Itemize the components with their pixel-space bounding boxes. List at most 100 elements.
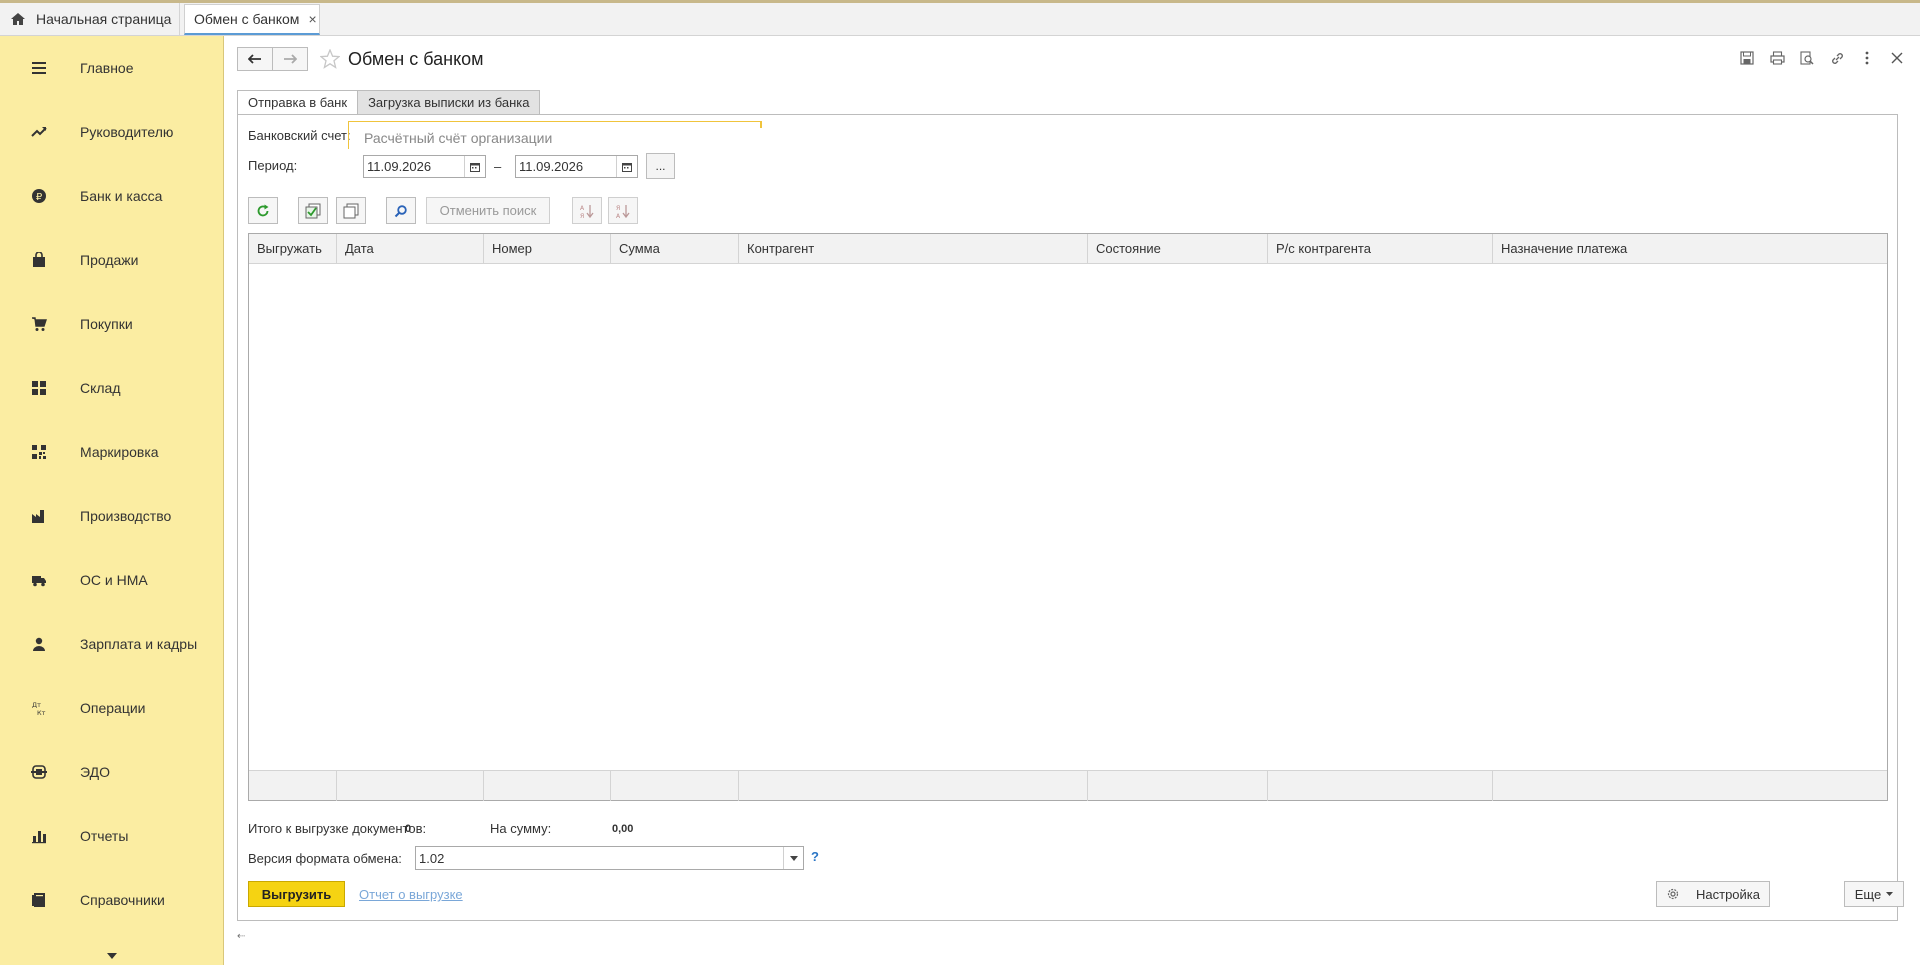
table-footer (249, 770, 1887, 801)
footer-cell (1268, 771, 1493, 801)
sidebar-item-label: ОС и НМА (80, 572, 148, 588)
sidebar-item-label: Главное (80, 60, 134, 76)
bar-chart-icon (31, 828, 47, 844)
date-from-field[interactable]: 11.09.2026 (363, 155, 486, 178)
format-version-select[interactable]: 1.02 (415, 846, 804, 870)
search-button[interactable] (386, 197, 416, 224)
sidebar-item-purchases[interactable]: Покупки (0, 292, 224, 356)
calendar-icon[interactable] (616, 156, 637, 177)
cart-icon (31, 316, 47, 332)
upload-button[interactable]: Выгрузить (248, 881, 345, 907)
cancel-search-button[interactable]: Отменить поиск (426, 197, 550, 224)
sidebar-item-label: Справочники (80, 892, 165, 908)
table-header: Выгружать Дата Номер Сумма Контрагент Со… (249, 234, 1887, 264)
back-button[interactable] (237, 47, 273, 71)
main-area: Обмен с банком Отправка в банк Загрузка … (225, 36, 1920, 965)
tab-bank-exchange-label: Обмен с банком (194, 11, 300, 27)
more-label: Еще (1854, 886, 1882, 902)
sidebar-scroll-down[interactable] (0, 947, 224, 965)
svg-text:Кт: Кт (37, 709, 46, 716)
more-vertical-icon[interactable] (1852, 46, 1882, 70)
panel-resize-handle[interactable]: ⇠ (237, 931, 245, 942)
sidebar-item-directories[interactable]: Справочники (0, 868, 224, 932)
check-all-button[interactable] (298, 197, 328, 224)
sidebar-item-marking[interactable]: Маркировка (0, 420, 224, 484)
settings-button[interactable]: Настройка (1656, 881, 1770, 907)
debit-credit-icon: Дт Кт (31, 700, 47, 716)
total-docs-value: 0 (405, 823, 412, 835)
sidebar-item-fixed-assets[interactable]: ОС и НМА (0, 548, 224, 612)
svg-text:Я: Я (616, 205, 620, 212)
print-icon[interactable] (1762, 46, 1792, 70)
sidebar-item-bank[interactable]: ₽ Банк и касса (0, 164, 224, 228)
sidebar-item-main[interactable]: Главное (0, 36, 224, 100)
sidebar-item-production[interactable]: Производство (0, 484, 224, 548)
sidebar-item-label: Операции (80, 700, 146, 716)
sidebar-item-warehouse[interactable]: Склад (0, 356, 224, 420)
dropdown-arrow-icon[interactable] (783, 847, 803, 869)
refresh-icon (257, 204, 269, 216)
column-header-date[interactable]: Дата (337, 234, 484, 264)
documents-table: Выгружать Дата Номер Сумма Контрагент Со… (248, 233, 1888, 801)
svg-text:А: А (580, 205, 585, 212)
column-header-sum[interactable]: Сумма (611, 234, 739, 264)
bank-account-label: Банковский счет: (248, 128, 351, 143)
sidebar-item-salary[interactable]: Зарплата и кадры (0, 612, 224, 676)
sidebar-item-edo[interactable]: ЭДО (0, 740, 224, 804)
tab-home[interactable]: Начальная страница (0, 3, 180, 35)
arrow-right-icon (284, 54, 297, 64)
sidebar-item-manager[interactable]: Руководителю (0, 100, 224, 164)
favorite-star-icon[interactable] (320, 49, 340, 69)
calendar-icon[interactable] (464, 156, 485, 177)
close-icon[interactable] (1882, 46, 1912, 70)
ruble-coin-icon: ₽ (31, 188, 47, 204)
book-icon (31, 892, 47, 908)
sort-desc-button[interactable]: ЯА (608, 197, 638, 224)
footer-cell (739, 771, 1088, 801)
gear-icon (1667, 888, 1679, 900)
refresh-button[interactable] (248, 197, 278, 224)
date-to-field[interactable]: 11.09.2026 (515, 155, 638, 178)
forward-button[interactable] (272, 47, 308, 71)
column-header-account[interactable]: Р/с контрагента (1268, 234, 1493, 264)
footer-cell (611, 771, 739, 801)
sort-asc-button[interactable]: АЯ (572, 197, 602, 224)
sidebar-item-label: Производство (80, 508, 172, 524)
total-sum-value: 0,00 (612, 823, 634, 835)
sidebar-item-label: Маркировка (80, 444, 159, 460)
svg-text:Дт: Дт (32, 701, 41, 709)
bank-account-input[interactable]: Расчётный счёт организации (348, 121, 762, 149)
sidebar-item-sales[interactable]: Продажи (0, 228, 224, 292)
column-header-state[interactable]: Состояние (1088, 234, 1268, 264)
tab-send-to-bank[interactable]: Отправка в банк (237, 90, 359, 115)
tab-close-icon[interactable]: × (308, 11, 316, 27)
sidebar-item-label: Руководителю (80, 124, 174, 140)
help-icon[interactable]: ? (811, 849, 819, 864)
page-title: Обмен с банком (348, 48, 484, 69)
column-header-export[interactable]: Выгружать (249, 234, 337, 264)
sidebar-item-label: Продажи (80, 252, 139, 268)
svg-text:А: А (616, 213, 621, 219)
trend-up-icon (31, 124, 47, 140)
upload-report-link[interactable]: Отчет о выгрузке (359, 887, 463, 902)
person-icon (31, 636, 47, 652)
footer-cell (337, 771, 484, 801)
footer-cell (1088, 771, 1268, 801)
sidebar-item-reports[interactable]: Отчеты (0, 804, 224, 868)
preview-icon[interactable] (1792, 46, 1822, 70)
tab-bank-exchange[interactable]: Обмен с банком × (184, 4, 320, 35)
column-header-purpose[interactable]: Назначение платежа (1493, 234, 1887, 264)
qr-code-icon (31, 444, 47, 460)
date-to-value: 11.09.2026 (519, 159, 584, 174)
save-icon[interactable] (1732, 46, 1762, 70)
svg-text:₽: ₽ (36, 192, 43, 203)
sidebar-item-operations[interactable]: Дт Кт Операции (0, 676, 224, 740)
period-select-button[interactable]: ... (646, 153, 675, 179)
uncheck-all-button[interactable] (336, 197, 366, 224)
column-header-counterparty[interactable]: Контрагент (739, 234, 1088, 264)
more-button[interactable]: Еще (1844, 881, 1904, 907)
sidebar-item-label: Отчеты (80, 828, 129, 844)
column-header-number[interactable]: Номер (484, 234, 611, 264)
tab-load-statement[interactable]: Загрузка выписки из банка (357, 90, 541, 115)
link-icon[interactable] (1822, 46, 1852, 70)
